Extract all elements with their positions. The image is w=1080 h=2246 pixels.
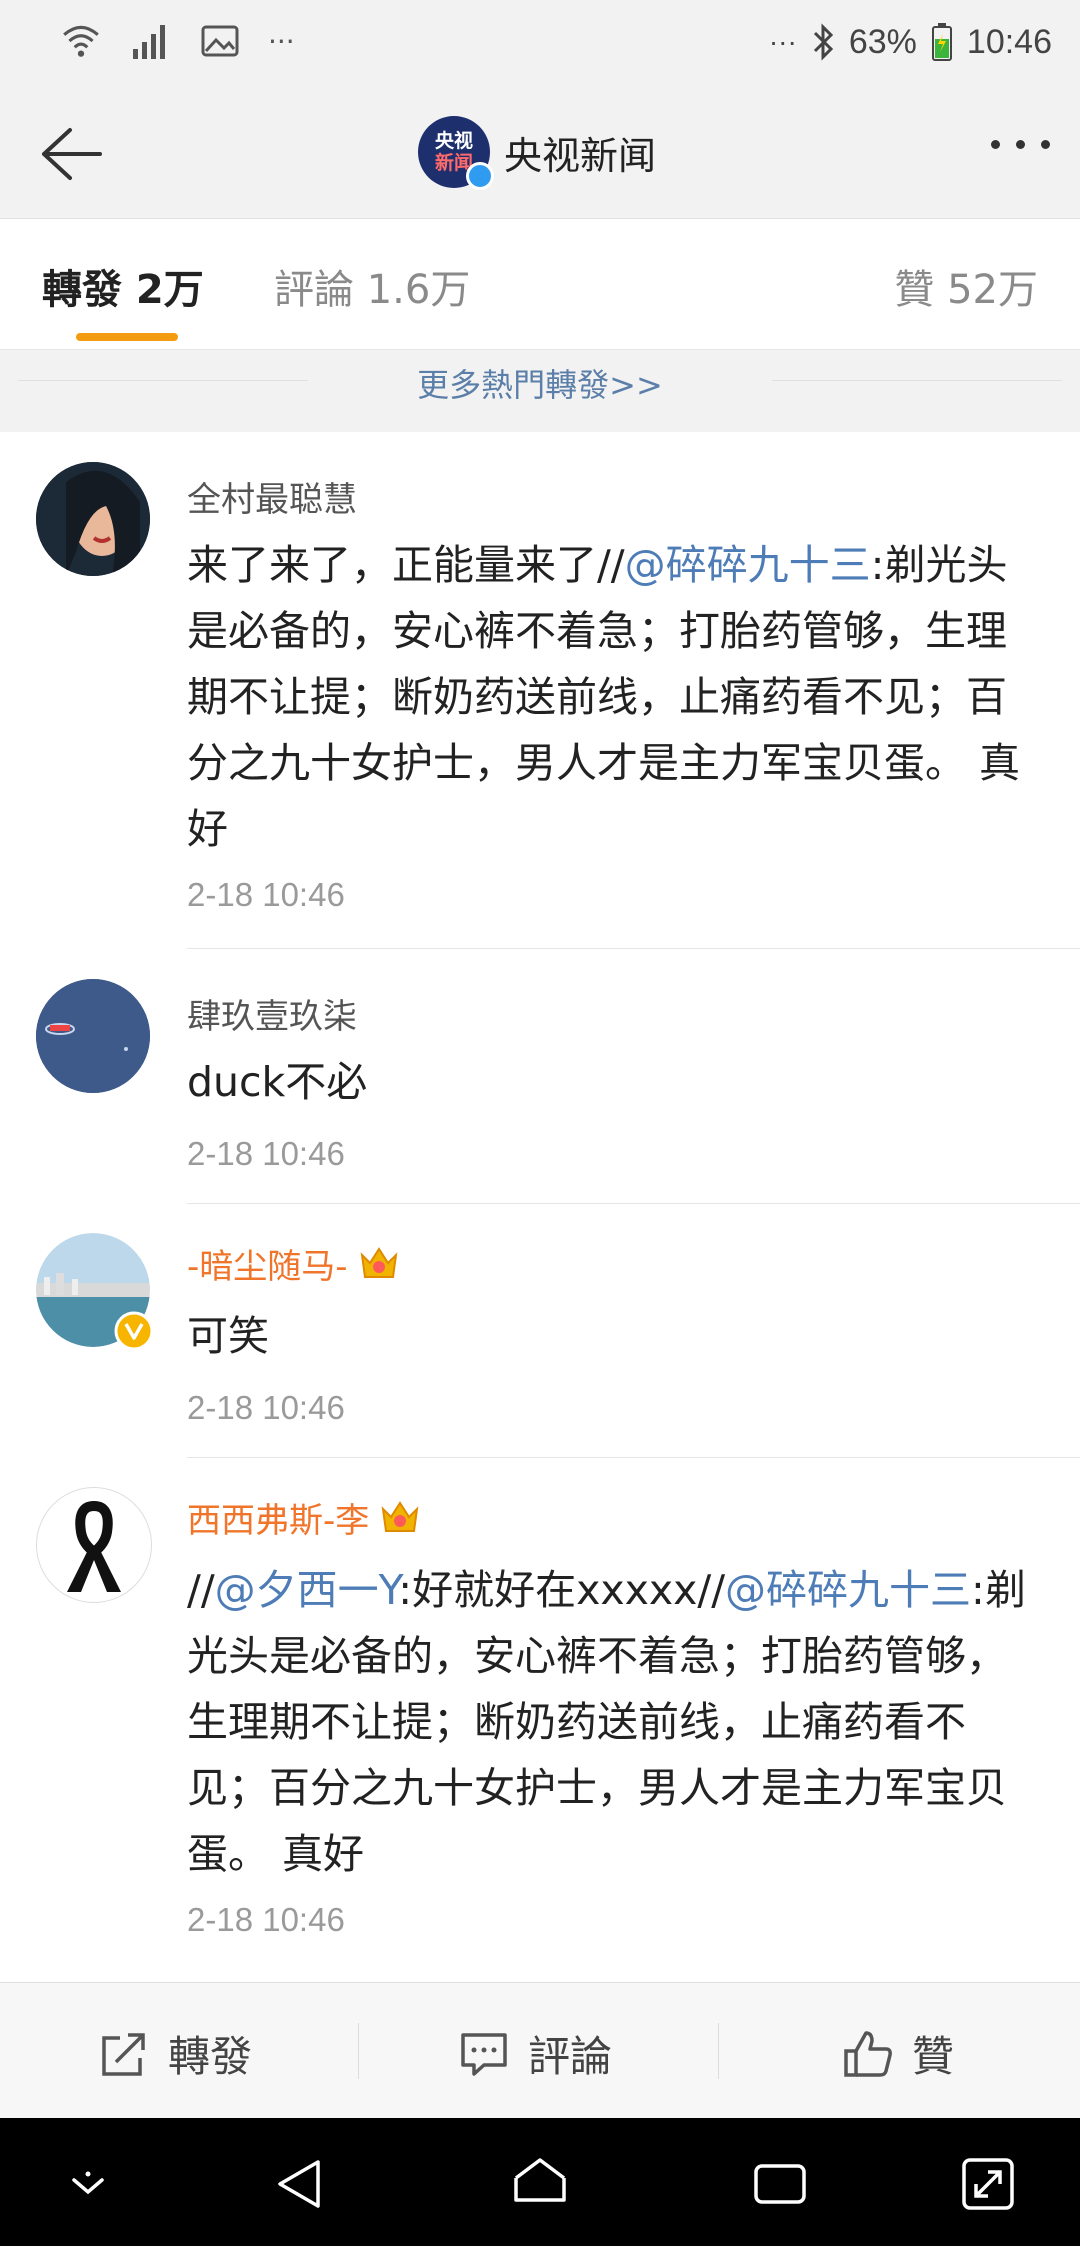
bluetooth-icon <box>813 23 833 61</box>
wifi-icon <box>63 25 99 57</box>
black-ribbon-icon <box>67 1500 121 1592</box>
post-time: 2-18 10:46 <box>187 876 345 913</box>
verified-badge-icon <box>466 162 494 190</box>
divider <box>772 380 1062 381</box>
tab-bar: 轉發 2万 評論 1.6万 贊 52万 <box>0 219 1080 350</box>
recent-apps-icon[interactable] <box>750 2154 810 2214</box>
comment-icon <box>461 2032 507 2076</box>
post-time: 2-18 10:46 <box>187 1135 345 1172</box>
logo-line1: 央视 <box>434 130 473 152</box>
more-hot-bar: 更多熱門轉發>> <box>0 350 1080 432</box>
post-time: 2-18 10:46 <box>187 1389 345 1426</box>
avatar[interactable] <box>36 1233 154 1351</box>
tab-repost[interactable]: 轉發 2万 <box>42 257 204 315</box>
avatar[interactable] <box>36 979 150 1093</box>
avatar[interactable] <box>36 462 150 576</box>
mention-link[interactable]: @碎碎九十三 <box>725 1566 971 1614</box>
user-name-text: 全村最聪慧 <box>187 480 357 520</box>
divider <box>187 1457 1080 1458</box>
like-label: 贊 <box>912 2032 955 2081</box>
top-app-bar: 央视 新闻 央视新闻 <box>0 90 1080 219</box>
signal-icon <box>133 25 165 59</box>
repost-share-icon <box>102 2032 145 2076</box>
avatar[interactable] <box>36 1487 152 1603</box>
image-icon <box>201 25 239 57</box>
content-text: 来了来了，正能量来了// <box>187 541 625 589</box>
mention-link[interactable]: @碎碎九十三 <box>625 541 871 589</box>
system-navigation-bar <box>0 2118 1080 2246</box>
post-time: 2-18 10:46 <box>187 1901 345 1938</box>
home-icon[interactable] <box>510 2154 570 2214</box>
back-arrow-icon[interactable] <box>30 118 102 190</box>
repost-label: 轉發 <box>168 2032 253 2081</box>
divider <box>358 2023 359 2079</box>
user-name-text: 西西弗斯-李 <box>187 1501 370 1541</box>
content-text: :好就好在xxxxx// <box>398 1566 726 1614</box>
divider <box>187 948 1080 949</box>
user-name[interactable]: 肆玖壹玖柒 <box>187 989 357 1038</box>
vip-crown-icon <box>360 1246 397 1278</box>
mention-link[interactable]: @夕西一Y <box>215 1566 399 1614</box>
expand-icon[interactable] <box>958 2154 1018 2214</box>
page-title: 央视新闻 <box>504 133 657 178</box>
tab-like[interactable]: 贊 52万 <box>894 257 1038 315</box>
user-name-text: 肆玖壹玖柒 <box>187 997 357 1037</box>
verified-v-icon <box>114 1311 154 1351</box>
divider <box>187 1203 1080 1204</box>
like-button[interactable]: 贊 <box>842 2023 954 2084</box>
more-hot-reposts-link[interactable]: 更多熱門轉發>> <box>0 360 1080 406</box>
thumbs-up-icon <box>844 2030 892 2077</box>
chevron-down-icon[interactable] <box>58 2154 118 2214</box>
comment-button[interactable]: 評論 <box>458 2023 612 2084</box>
post-content: //@夕西一Y:好就好在xxxxx//@碎碎九十三:剃光头是必备的，安心裤不着急… <box>187 1557 1047 1887</box>
active-tab-indicator <box>76 333 178 341</box>
divider <box>718 2023 719 2079</box>
cctv-news-avatar: 央视 新闻 <box>418 116 494 190</box>
status-bar: ··· ··· 63% 10:46 <box>0 0 1080 90</box>
user-name[interactable]: 全村最聪慧 <box>187 472 357 521</box>
user-name[interactable]: 西西弗斯-李 <box>187 1493 421 1542</box>
post-content: 可笑 <box>187 1312 269 1360</box>
comment-label: 評論 <box>528 2032 613 2081</box>
user-name[interactable]: -暗尘随马- <box>187 1239 400 1288</box>
back-triangle-icon[interactable] <box>270 2154 330 2214</box>
battery-icon <box>931 23 952 61</box>
status-time: 10:46 <box>966 22 1052 61</box>
post-content: 来了来了，正能量来了//@碎碎九十三:剃光头是必备的，安心裤不着急；打胎药管够，… <box>187 532 1047 862</box>
more-options-icon[interactable] <box>991 140 1050 149</box>
account-title[interactable]: 央视 新闻 央视新闻 <box>418 116 657 190</box>
status-dots-left: ··· <box>268 24 295 58</box>
content-text: // <box>187 1566 215 1614</box>
battery-percent: 63% <box>848 22 917 61</box>
tab-comment[interactable]: 評論 1.6万 <box>274 257 470 315</box>
status-dots-right: ··· <box>768 26 797 57</box>
post-content: duck不必 <box>187 1058 368 1106</box>
bottom-action-bar: 轉發 評論 贊 <box>0 1982 1080 2119</box>
repost-button[interactable]: 轉發 <box>98 2023 252 2084</box>
vip-crown-icon <box>381 1500 419 1532</box>
user-name-text: -暗尘随马- <box>187 1247 348 1287</box>
